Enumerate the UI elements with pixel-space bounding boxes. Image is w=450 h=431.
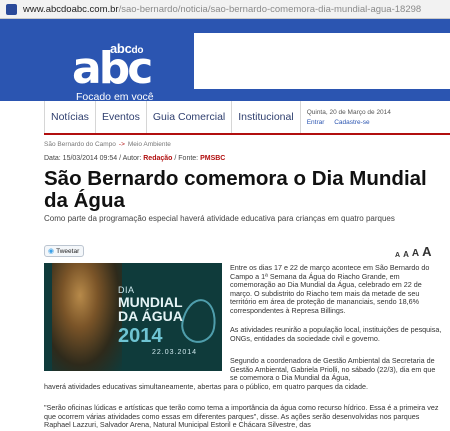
image-glow xyxy=(52,263,122,371)
breadcrumb-category[interactable]: Meio Ambiente xyxy=(128,141,171,148)
meta-author: Redação xyxy=(143,155,173,162)
tweet-label: Tweetar xyxy=(56,247,80,255)
twitter-bird-icon: ◉ xyxy=(48,248,55,255)
url-path: /sao-bernardo/noticia/sao-bernardo-comem… xyxy=(118,3,422,15)
image-year: 2014 xyxy=(118,325,163,347)
article-title: São Bernardo comemora o Dia Mundial da Á… xyxy=(44,167,427,212)
register-link[interactable]: Cadastre-se xyxy=(334,119,369,126)
nav-item-institucional[interactable]: Institucional xyxy=(232,101,301,133)
nav-date-block: Quinta, 20 de Março de 2014 Entrar Cadas… xyxy=(307,101,391,133)
site-logo[interactable]: abcdo abc Focado em você xyxy=(72,41,172,103)
article-meta: Data: 15/03/2014 09:54 / Autor: Redação … xyxy=(44,155,225,162)
article-paragraph-4: "Serão oficinas lúdicas e artísticas que… xyxy=(44,403,439,430)
meta-source: PMSBC xyxy=(200,155,226,162)
login-link[interactable]: Entrar xyxy=(307,119,325,126)
font-size-controls: A A A A xyxy=(395,244,431,259)
nav-item-noticias[interactable]: Notícias xyxy=(44,101,96,133)
breadcrumb-separator: -> xyxy=(118,141,125,148)
url-host: www.abcdoabc.com.br xyxy=(23,3,119,15)
meta-source-label: / Fonte: xyxy=(174,155,199,162)
breadcrumb: São Bernardo do Campo -> Meio Ambiente xyxy=(44,141,171,148)
water-drop-icon xyxy=(178,296,220,346)
article-subtitle: Como parte da programação especial haver… xyxy=(44,214,395,223)
nav-item-guia-comercial[interactable]: Guia Comercial xyxy=(147,101,233,133)
article-paragraph-3: Segundo a coordenadora de Gestão Ambient… xyxy=(230,356,436,383)
font-size-small-button[interactable]: A xyxy=(403,250,409,259)
main-nav: Notícias Eventos Guia Comercial Instituc… xyxy=(44,101,450,135)
article-image: DIA MUNDIAL DA ÁGUA 2014 22.03.2014 xyxy=(44,263,222,371)
logo-big-text: abc xyxy=(72,43,153,94)
address-bar[interactable]: www.abcdoabc.com.br/sao-bernardo/noticia… xyxy=(0,0,450,19)
meta-date: Data: 15/03/2014 09:54 / Autor: xyxy=(44,155,142,162)
font-size-medium-button[interactable]: A xyxy=(412,248,419,259)
image-line-agua: DA ÁGUA xyxy=(118,308,183,324)
image-date: 22.03.2014 xyxy=(152,349,198,356)
article-paragraph-3-continued: haverá atividades educativas simultaneam… xyxy=(44,382,369,391)
font-size-large-button[interactable]: A xyxy=(422,244,431,259)
tweet-button[interactable]: ◉ Tweetar xyxy=(44,245,84,257)
favicon-icon xyxy=(6,3,17,15)
image-line-mundial: MUNDIAL xyxy=(118,294,183,310)
article-paragraph-1: Entre os dias 17 e 22 de março acontece … xyxy=(230,263,430,315)
nav-item-eventos[interactable]: Eventos xyxy=(96,101,147,133)
site-header: abcdo abc Focado em você xyxy=(0,19,450,103)
breadcrumb-section[interactable]: São Bernardo do Campo xyxy=(44,141,116,148)
current-date: Quinta, 20 de Março de 2014 xyxy=(306,109,391,116)
header-banner xyxy=(194,33,450,89)
font-size-xsmall-button[interactable]: A xyxy=(395,252,400,259)
article-paragraph-2: As atividades reunirão a população local… xyxy=(230,325,442,343)
